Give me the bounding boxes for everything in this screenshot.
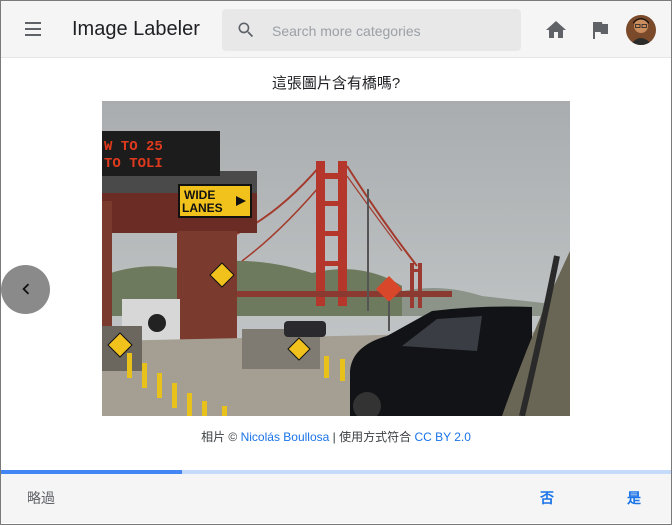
no-button[interactable]: 否 [540,488,554,508]
credit-middle: | 使用方式符合 [329,430,415,444]
home-icon [546,21,566,38]
answer-bar: 略過 否 是 [1,474,671,523]
menu-button[interactable] [23,19,45,41]
labeling-photo: W TO 25 TO TOLI WIDE LANES [102,101,570,416]
toll-sign-line-2: TO TOLI [104,156,163,172]
photo-credit: 相片 © Nicolás Boullosa | 使用方式符合 CC BY 2.0 [0,428,672,445]
wide-sign-text-2: LANES [182,201,223,215]
menu-icon [25,22,41,24]
app-title: Image Labeler [72,18,200,40]
search-box [222,9,521,51]
photo-illustration: W TO 25 TO TOLI WIDE LANES [102,101,570,416]
author-link[interactable]: Nicolás Boullosa [241,430,330,444]
menu-icon-bar [25,34,41,36]
menu-icon-bar [25,28,41,30]
report-button[interactable] [588,18,612,42]
search-input[interactable] [270,19,514,43]
question-text: 這張圖片含有橋嗎? [271,75,401,92]
yes-button[interactable]: 是 [627,488,641,508]
flag-icon [593,22,608,39]
skip-button[interactable]: 略過 [27,488,55,508]
search-icon [238,22,254,38]
license-link[interactable]: CC BY 2.0 [414,430,470,444]
home-button[interactable] [544,18,568,42]
avatar-image [626,15,656,45]
toll-sign-line-1: W TO 25 [104,139,163,155]
chevron-left-icon [22,283,30,295]
previous-image-button[interactable] [1,265,50,314]
top-app-bar: Image Labeler [1,1,671,58]
credit-prefix: 相片 © [201,430,241,444]
wide-sign-text-1: WIDE [184,188,215,202]
avatar[interactable] [626,15,656,45]
